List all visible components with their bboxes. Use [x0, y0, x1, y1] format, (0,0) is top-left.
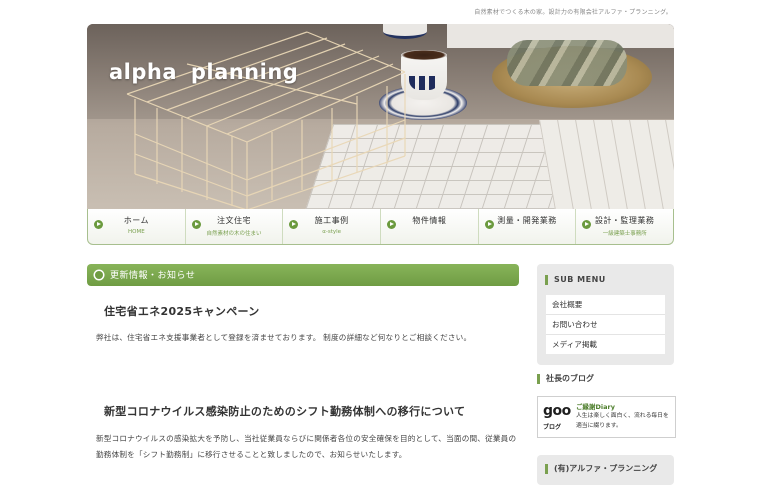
- sidebar-submenu: SUB MENU 会社概要 お問い合わせ メディア掲載: [537, 264, 674, 365]
- blog-section-title: 社長のブログ: [537, 374, 594, 384]
- site-title: alpha planning: [109, 60, 299, 84]
- submenu-item-contact[interactable]: お問い合わせ: [546, 315, 665, 335]
- post-title: 新型コロナウイルス感染防止のためのシフト勤務体制への移行について: [104, 405, 466, 418]
- arrow-right-icon: [289, 220, 299, 229]
- news-section-title: 更新情報・お知らせ: [110, 271, 196, 281]
- company-title: (有)アルファ・プランニング: [545, 464, 657, 474]
- arrow-right-icon: [484, 220, 494, 229]
- arrow-right-icon: [94, 220, 103, 229]
- hero-banner: alpha planning: [87, 24, 674, 210]
- goo-blog-logo: goo: [543, 403, 571, 419]
- arrow-right-icon: [387, 220, 397, 229]
- bullet-icon: [95, 271, 103, 279]
- nav-item-home[interactable]: ホーム HOME: [88, 209, 186, 244]
- nav-item-design[interactable]: 設計・監理業務 一級建築士事務所: [576, 209, 673, 244]
- header-tagline: 自然素材でつくる木の家。設計力の有限会社アルファ・プランニング。: [474, 9, 672, 16]
- post-body: 弊社は、住宅省エネ支援事業者として登録を済ませております。 制度の詳細など何なり…: [96, 333, 472, 342]
- nav-item-custom-home[interactable]: 注文住宅 自然素材の木の住まい: [186, 209, 284, 244]
- global-nav: ホーム HOME 注文住宅 自然素材の木の住まい 施工事例 α-style 物件…: [87, 209, 674, 245]
- blog-name: ご縁謝Diary: [576, 403, 615, 411]
- post-title: 住宅省エネ2025キャンペーン: [104, 305, 260, 318]
- sidebar-company-box: (有)アルファ・プランニング: [537, 455, 674, 485]
- post-body: 新型コロナウイルスの感染拡大を予防し、当社従業員ならびに関係者各位の安全確保を目…: [96, 434, 517, 459]
- nav-sublabel: 自然素材の木の住まい: [206, 231, 262, 237]
- blog-description: 人生は楽しく面白く、流れる毎日を適当に綴ります。: [576, 413, 669, 429]
- nav-item-works[interactable]: 施工事例 α-style: [283, 209, 382, 244]
- nav-sublabel: α-style: [322, 229, 342, 235]
- arrow-right-icon: [191, 220, 201, 229]
- submenu-item-company[interactable]: 会社概要: [546, 295, 665, 315]
- arrow-right-icon: [582, 220, 592, 229]
- submenu-item-media[interactable]: メディア掲載: [546, 335, 665, 354]
- nav-sublabel: HOME: [127, 229, 145, 235]
- nav-sublabel: 一級建築士事務所: [602, 231, 647, 237]
- hero-house-model: [126, 31, 406, 210]
- blog-banner[interactable]: goo ブログ ご縁謝Diary 人生は楽しく面白く、流れる毎日を適当に綴ります…: [537, 396, 676, 438]
- nav-item-survey[interactable]: 測量・開発業務: [479, 209, 577, 244]
- nav-item-properties[interactable]: 物件情報: [381, 209, 479, 244]
- blog-logo-sub: ブログ: [543, 424, 562, 431]
- submenu-title: SUB MENU: [545, 275, 606, 285]
- news-section-header: 更新情報・お知らせ: [87, 264, 519, 286]
- submenu-list: 会社概要 お問い合わせ メディア掲載: [546, 295, 665, 354]
